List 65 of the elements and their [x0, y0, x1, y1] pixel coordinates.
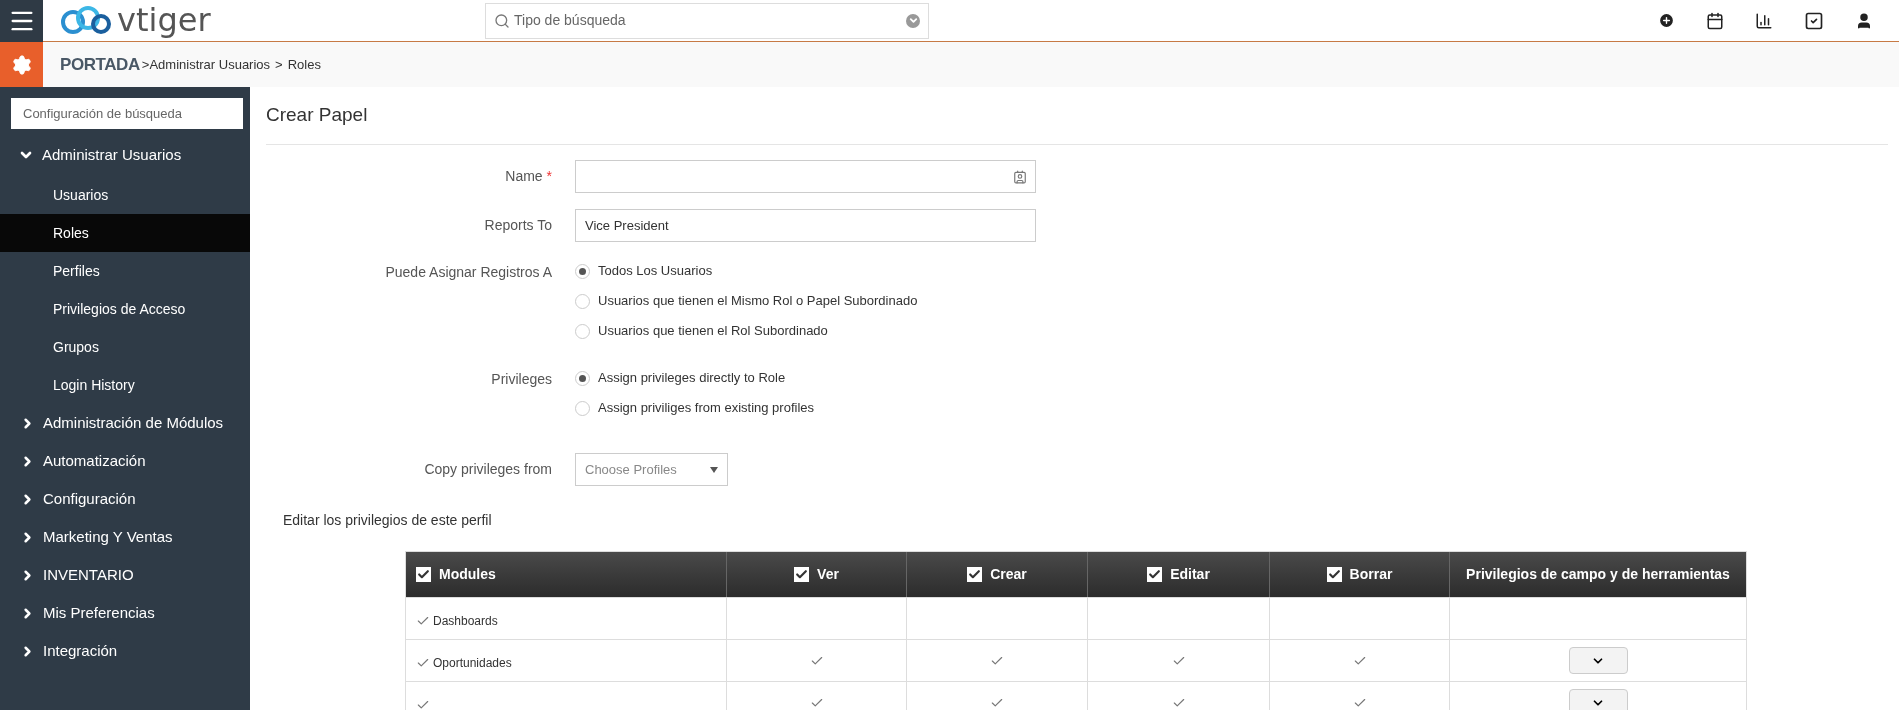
radio-button[interactable]: [575, 323, 590, 339]
radio-label: Todos Los Usuarios: [598, 262, 713, 281]
sidebar-group[interactable]: Mis Preferencias: [0, 594, 250, 632]
profiles-dropdown[interactable]: Choose Profiles: [575, 453, 728, 486]
module-name: Dashboards: [433, 612, 498, 630]
breadcrumb-item[interactable]: Roles: [287, 54, 321, 75]
radio-label: Usuarios que tienen el Mismo Rol o Papel Subordinado: [598, 292, 918, 311]
sidebar-item[interactable]: Perfiles: [0, 252, 250, 290]
user-icon[interactable]: [1855, 11, 1873, 30]
home-link[interactable]: PORTADA: [60, 51, 140, 78]
contact-card-icon: [1013, 169, 1027, 184]
field-label: Reports To: [484, 217, 552, 233]
page-title: Crear Papel: [266, 103, 368, 128]
sidebar-item[interactable]: Login History: [0, 366, 250, 404]
sidebar-item[interactable]: Roles: [0, 214, 250, 252]
name-field[interactable]: [575, 160, 1036, 193]
sidebar-group[interactable]: Marketing Y Ventas: [0, 518, 250, 556]
radio-label: Usuarios que tienen el Rol Subordinado: [598, 322, 828, 341]
menu-button[interactable]: [0, 0, 43, 42]
column-header: Privilegios de campo y de herramientas: [1465, 565, 1731, 584]
field-label: Name *: [505, 168, 552, 184]
sidebar-group[interactable]: Administrar Usuarios: [0, 134, 250, 176]
column-header: Ver: [727, 552, 907, 597]
field-label: Privileges: [491, 371, 552, 387]
caret-icon: [710, 466, 718, 473]
search-icon: [494, 12, 510, 29]
add-icon[interactable]: [1658, 12, 1675, 29]
breadcrumb-item[interactable]: >: [275, 54, 283, 75]
sidebar-group[interactable]: Automatización: [0, 442, 250, 480]
sidebar-search-field[interactable]: Configuración de búsqueda: [11, 98, 243, 129]
checkbox[interactable]: [416, 567, 431, 582]
dropdown-icon[interactable]: [906, 13, 920, 28]
sidebar-item[interactable]: Usuarios: [0, 176, 250, 214]
column-header: Modules: [406, 552, 727, 597]
radio-button[interactable]: [575, 370, 590, 386]
search-field[interactable]: Tipo de búsqueda: [485, 2, 929, 39]
radio-label: Assign priviliges from existing profiles: [598, 399, 815, 418]
sidebar-group[interactable]: Integración: [0, 632, 250, 670]
module-name: Oportunidades: [433, 654, 512, 672]
sidebar-group[interactable]: INVENTARIO: [0, 556, 250, 594]
column-header: Crear: [907, 552, 1088, 597]
column-header: Borrar: [1270, 552, 1450, 597]
search-input[interactable]: Tipo de búsqueda: [514, 10, 902, 31]
field-label: Puede Asignar Registros A: [385, 264, 552, 280]
sidebar-group[interactable]: Administración de Módulos: [0, 404, 250, 442]
sidebar-item[interactable]: Grupos: [0, 328, 250, 366]
radio-label: Assign privileges directly to Role: [598, 369, 786, 388]
checkbox[interactable]: [1326, 567, 1342, 582]
section-title: Editar los privilegios de este perfil: [283, 511, 492, 530]
logo-drawing: vtiger: [57, 2, 232, 39]
breadcrumb-item[interactable]: >Administrar Usuarios: [141, 54, 271, 75]
calendar-icon[interactable]: [1706, 11, 1724, 30]
radio-button[interactable]: [575, 400, 590, 416]
column-header: Editar: [1088, 552, 1270, 597]
radio-button[interactable]: [575, 293, 590, 309]
task-icon[interactable]: [1804, 10, 1824, 31]
checkbox[interactable]: [967, 567, 983, 582]
checkbox[interactable]: [794, 567, 810, 582]
radio-button[interactable]: [575, 263, 590, 279]
field-label: Copy privileges from: [424, 461, 552, 477]
sidebar-item[interactable]: Privilegios de Acceso: [0, 290, 250, 328]
bar-chart-icon[interactable]: [1755, 11, 1773, 30]
checkbox[interactable]: [1147, 567, 1163, 582]
reports-to-field[interactable]: Vice President: [575, 209, 1036, 242]
sidebar-group[interactable]: Configuración: [0, 480, 250, 518]
